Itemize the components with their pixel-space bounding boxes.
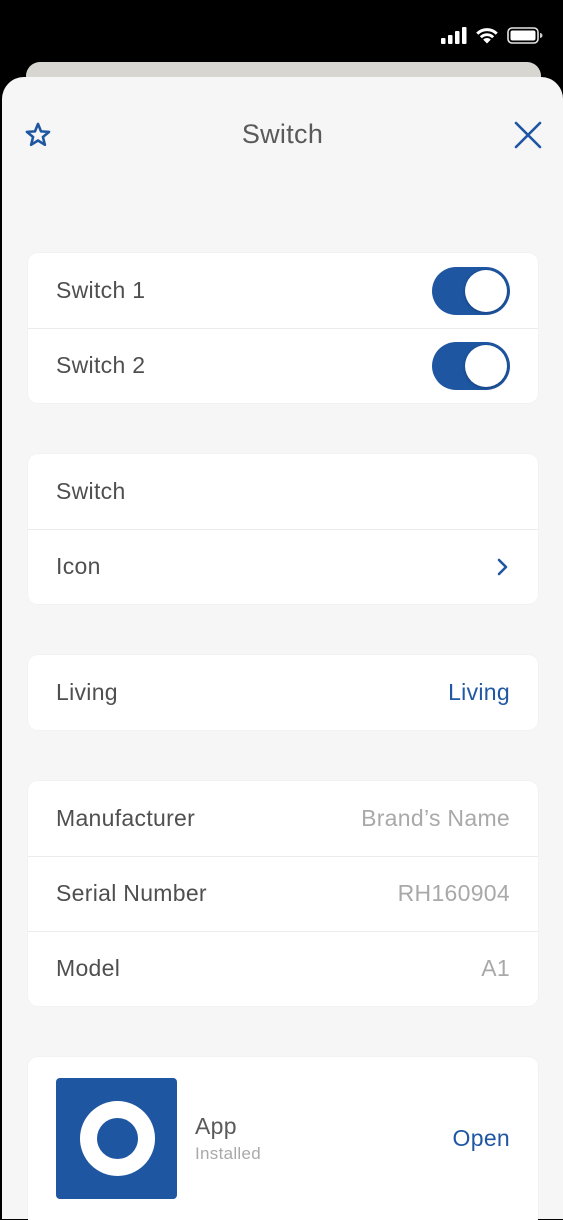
- manufacturer-value: Brand’s Name: [361, 805, 510, 831]
- switch-row-2: Switch 2: [28, 328, 538, 403]
- app-status: Installed: [195, 1144, 262, 1163]
- app-name: App: [195, 1113, 237, 1139]
- wifi-icon: [476, 28, 498, 44]
- device-name-row[interactable]: Switch: [28, 454, 538, 529]
- serial-number-label: Serial Number: [56, 880, 207, 906]
- status-bar: [0, 0, 563, 70]
- switch-label: Switch 1: [56, 277, 146, 303]
- page-title: Switch: [241, 119, 324, 149]
- device-settings-card: Switch Icon: [28, 454, 538, 604]
- app-text: App Installed: [195, 1113, 453, 1164]
- model-label: Model: [56, 955, 121, 981]
- model-value: A1: [481, 955, 510, 981]
- app-logo-icon: [56, 1078, 177, 1199]
- serial-number-value: RH160904: [397, 880, 510, 906]
- app-logo-center: [97, 1118, 138, 1159]
- room-row[interactable]: Living Living: [28, 655, 538, 730]
- switch-label: Switch 2: [56, 352, 146, 378]
- toggle-knob: [465, 269, 507, 312]
- close-icon: [514, 121, 542, 149]
- switch-1-toggle[interactable]: [432, 266, 510, 315]
- device-info-card: Manufacturer Brand’s Name Serial Number …: [28, 781, 538, 1006]
- room-label: Living: [56, 679, 118, 705]
- close-button[interactable]: [513, 120, 543, 150]
- cellular-signal-icon: [441, 26, 467, 44]
- switches-card: Switch 1 Switch 2: [28, 253, 538, 403]
- sheet-header: Switch: [2, 77, 563, 195]
- chevron-right-icon: [497, 558, 508, 575]
- toggle-knob: [465, 344, 507, 387]
- switch-2-toggle[interactable]: [432, 341, 510, 390]
- serial-number-row: Serial Number RH160904: [28, 856, 538, 931]
- icon-label: Icon: [56, 553, 101, 579]
- app-row: App Installed Open: [28, 1057, 538, 1220]
- room-card: Living Living: [28, 655, 538, 730]
- open-app-button[interactable]: Open: [453, 1125, 510, 1152]
- model-row: Model A1: [28, 931, 538, 1006]
- battery-icon: [507, 26, 543, 44]
- icon-row[interactable]: Icon: [28, 529, 538, 604]
- device-name-label: Switch: [56, 478, 126, 504]
- switch-row-1: Switch 1: [28, 253, 538, 328]
- room-value[interactable]: Living: [448, 679, 510, 706]
- device-detail-sheet: Switch Switch 1 Switch 2 Switch Icon Liv…: [2, 77, 563, 1220]
- status-icons: [441, 26, 543, 44]
- app-logo-ring: [80, 1101, 155, 1176]
- manufacturer-row: Manufacturer Brand’s Name: [28, 781, 538, 856]
- app-card: App Installed Open: [28, 1057, 538, 1220]
- manufacturer-label: Manufacturer: [56, 805, 196, 831]
